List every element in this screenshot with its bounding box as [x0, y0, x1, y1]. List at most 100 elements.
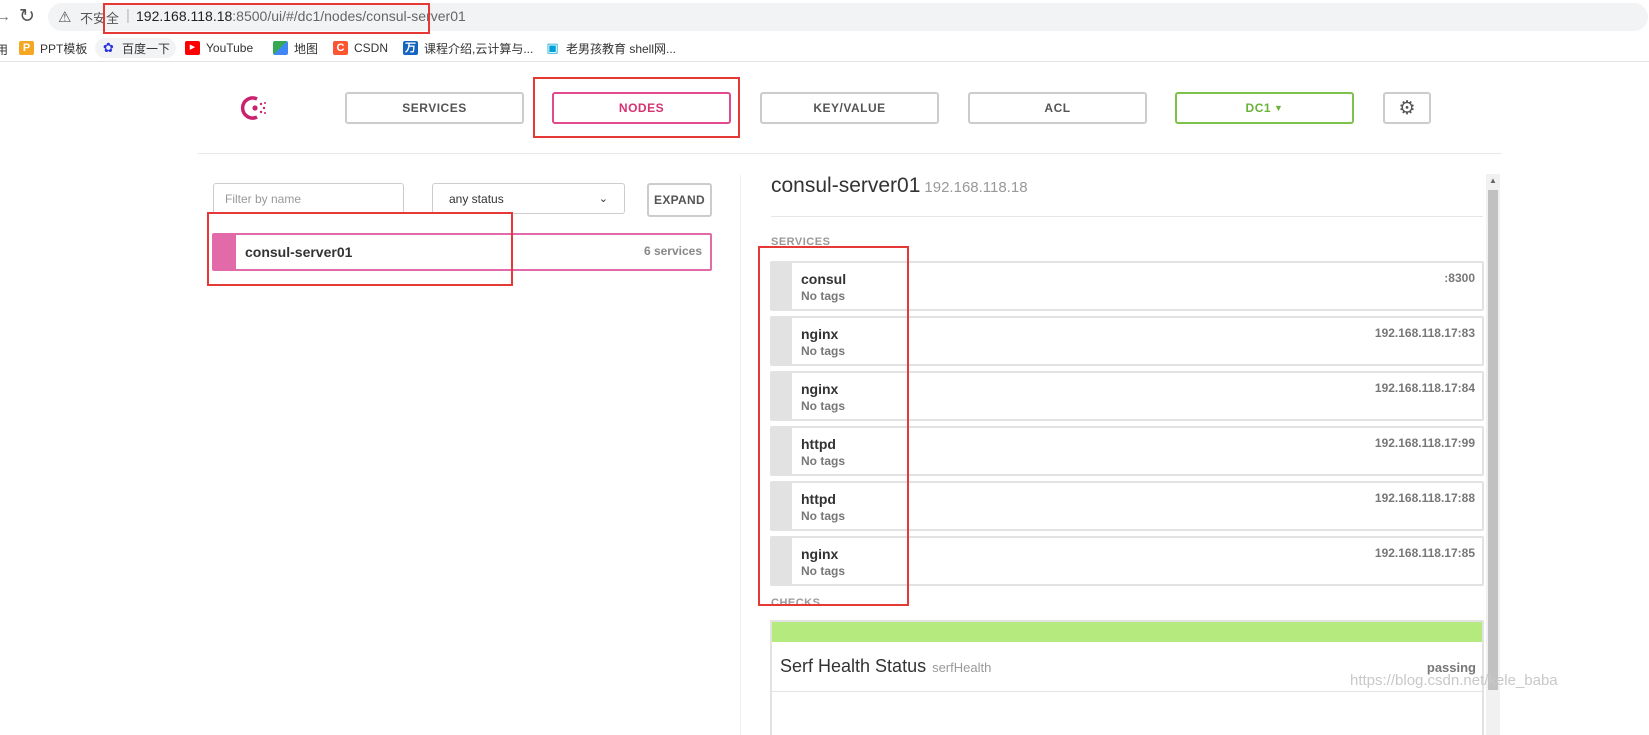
service-name: httpd	[801, 436, 836, 452]
status-filter-select[interactable]: any status ⌄	[432, 183, 625, 214]
forward-arrow-icon[interactable]: →	[0, 8, 11, 25]
bookmark-youtube[interactable]: ▶ YouTube	[185, 38, 253, 58]
bookmark-oldboy[interactable]: ▣ 老男孩教育 shell网...	[545, 38, 676, 58]
bookmark-label: 课程介绍,云计算与...	[424, 41, 534, 56]
node-detail-name: consul-server01	[771, 174, 921, 197]
check-id: serfHealth	[932, 660, 992, 675]
expand-button[interactable]: EXPAND	[647, 183, 712, 217]
service-address: 192.168.118.17:84	[1374, 381, 1475, 395]
service-strip	[772, 538, 792, 584]
service-tags: No tags	[801, 454, 846, 468]
datacenter-label: DC1	[1245, 101, 1272, 115]
datacenter-dropdown[interactable]: DC1 ▼	[1175, 92, 1354, 124]
bookmark-baidu[interactable]: ✿ 百度一下	[95, 38, 177, 58]
consul-logo-icon[interactable]	[240, 93, 270, 123]
service-address: 192.168.118.17:83	[1374, 326, 1475, 340]
bookmark-maps[interactable]: 地图	[273, 38, 318, 58]
service-name: nginx	[801, 546, 839, 562]
url-path: :8500/ui/#/dc1/nodes/consul-server01	[232, 8, 466, 24]
service-tags: No tags	[801, 564, 846, 578]
check-title: Serf Health Status serfHealth	[780, 656, 991, 677]
nav-nodes-button[interactable]: NODES	[552, 92, 731, 124]
bilibili-tv-icon: ▣	[546, 40, 559, 55]
service-item[interactable]: consul No tags :8300	[770, 261, 1484, 311]
checks-heading: CHECKS	[771, 597, 821, 609]
youtube-icon: ▶	[185, 41, 200, 55]
detail-scrollbar[interactable]: ▲	[1486, 174, 1500, 735]
service-item[interactable]: httpd No tags 192.168.118.17:88	[770, 481, 1484, 531]
watermark: https://blog.csdn.net/kele_baba	[1350, 672, 1558, 689]
service-tags: No tags	[801, 344, 846, 358]
address-bar[interactable]: ⚠ 不安全 | 192.168.118.18:8500/ui/#/dc1/nod…	[48, 3, 1648, 31]
column-divider	[740, 175, 741, 735]
service-item[interactable]: httpd No tags 192.168.118.17:99	[770, 426, 1484, 476]
service-name: httpd	[801, 491, 836, 507]
chevron-down-icon: ⌄	[598, 193, 608, 205]
service-strip	[772, 318, 792, 364]
services-heading: SERVICES	[771, 236, 831, 248]
maps-pin-icon	[273, 41, 288, 55]
check-name: Serf Health Status	[780, 656, 927, 676]
bookmarks-bar: 用 P PPT模板 ✿ 百度一下 ▶ YouTube 地图 C CSDN 万 课…	[0, 34, 1649, 62]
service-item[interactable]: nginx No tags 192.168.118.17:84	[770, 371, 1484, 421]
address-separator: |	[126, 7, 130, 24]
check-divider	[772, 691, 1482, 692]
baidu-paw-icon: ✿	[103, 40, 114, 55]
service-address: 192.168.118.17:88	[1374, 491, 1475, 505]
screen: → ↻ ⚠ 不安全 | 192.168.118.18:8500/ui/#/dc1…	[0, 0, 1649, 735]
gear-icon: ⚙	[1398, 97, 1416, 119]
bookmark-label: 百度一下	[122, 41, 171, 56]
node-services-count: 6 services	[643, 244, 702, 258]
nav-acl-button[interactable]: ACL	[968, 92, 1147, 124]
service-address: 192.168.118.17:85	[1374, 546, 1475, 560]
service-tags: No tags	[801, 509, 846, 523]
node-status-strip	[214, 235, 236, 269]
status-select-value: any status	[449, 191, 504, 206]
bookmark-course[interactable]: 万 课程介绍,云计算与...	[403, 38, 533, 58]
wan-icon: 万	[403, 41, 418, 55]
service-name: nginx	[801, 326, 839, 342]
caret-down-icon: ▼	[1274, 103, 1284, 113]
node-name: consul-server01	[245, 244, 353, 260]
service-strip	[772, 428, 792, 474]
service-strip	[772, 483, 792, 529]
bookmark-apps-fragment[interactable]: 用	[0, 39, 8, 59]
node-detail-title: consul-server01 192.168.118.18	[771, 174, 1028, 198]
service-address: 192.168.118.17:99	[1374, 436, 1475, 450]
service-name: nginx	[801, 381, 839, 397]
scroll-up-arrow-icon[interactable]: ▲	[1486, 174, 1500, 188]
csdn-icon: C	[333, 41, 348, 55]
service-address: :8300	[1444, 271, 1475, 285]
service-strip	[772, 373, 792, 419]
warning-triangle-icon[interactable]: ⚠	[58, 8, 71, 26]
nav-services-button[interactable]: SERVICES	[345, 92, 524, 124]
node-list-item[interactable]: consul-server01 6 services	[212, 233, 712, 271]
service-strip	[772, 263, 792, 309]
service-tags: No tags	[801, 399, 846, 413]
insecure-label[interactable]: 不安全	[80, 8, 119, 27]
url-host: 192.168.118.18	[136, 8, 233, 24]
scrollbar-thumb[interactable]	[1488, 190, 1498, 690]
service-name: consul	[801, 271, 847, 287]
settings-button[interactable]: ⚙	[1383, 92, 1431, 124]
bookmark-label: YouTube	[206, 41, 254, 55]
bookmark-label: 老男孩教育 shell网...	[566, 41, 677, 56]
check-status-bar	[772, 622, 1482, 642]
ppt-icon: P	[19, 41, 34, 55]
filter-by-name-input[interactable]: Filter by name	[213, 183, 404, 214]
service-item[interactable]: nginx No tags 192.168.118.17:85	[770, 536, 1484, 586]
bookmark-ppt[interactable]: P PPT模板	[19, 38, 87, 58]
url-text[interactable]: 192.168.118.18:8500/ui/#/dc1/nodes/consu…	[136, 8, 466, 24]
bookmark-label: CSDN	[354, 41, 389, 55]
service-item[interactable]: nginx No tags 192.168.118.17:83	[770, 316, 1484, 366]
nav-key-value-button[interactable]: KEY/VALUE	[760, 92, 939, 124]
reload-icon[interactable]: ↻	[19, 5, 35, 28]
title-divider	[771, 216, 1483, 217]
bookmark-csdn[interactable]: C CSDN	[333, 38, 388, 58]
node-detail-ip: 192.168.118.18	[924, 179, 1028, 196]
header-divider	[198, 153, 1502, 154]
bookmark-label: PPT模板	[40, 41, 88, 56]
bookmark-label: 地图	[294, 41, 319, 56]
browser-toolbar: → ↻ ⚠ 不安全 | 192.168.118.18:8500/ui/#/dc1…	[0, 0, 1649, 34]
service-tags: No tags	[801, 289, 846, 303]
